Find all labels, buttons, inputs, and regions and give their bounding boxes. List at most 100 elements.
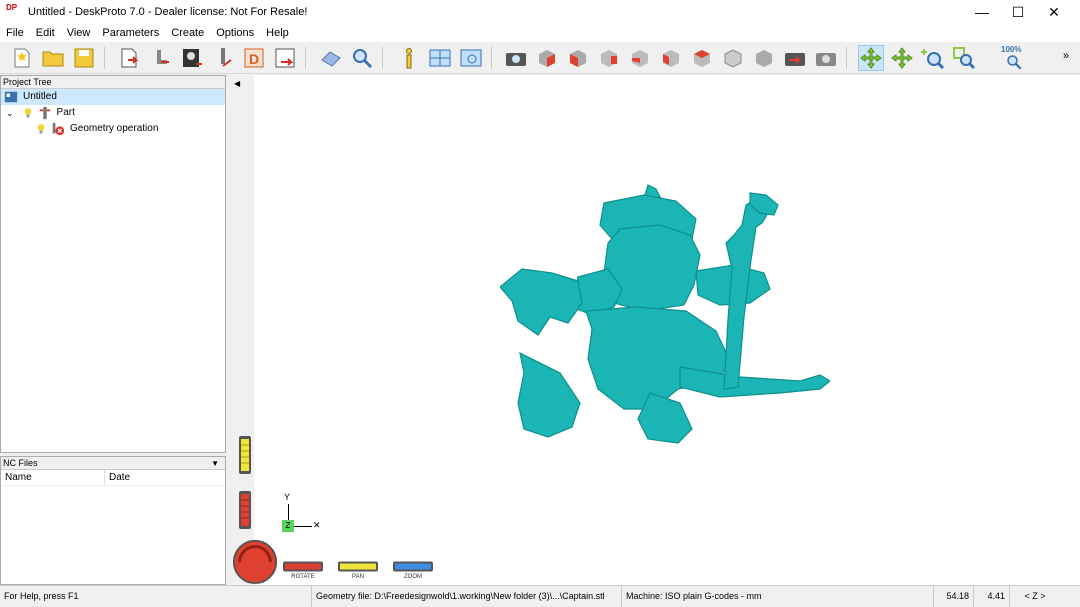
cube-front-icon	[570, 50, 586, 67]
view-plain-button[interactable]	[751, 45, 777, 71]
project-tree-header: Project Tree	[1, 76, 225, 89]
single-view-button[interactable]	[458, 45, 484, 71]
pan-slider-icon[interactable]	[238, 435, 252, 475]
minimize-button[interactable]: —	[964, 0, 1000, 24]
portrait-icon	[183, 49, 202, 67]
load-geometry-button[interactable]	[117, 45, 143, 71]
menu-view[interactable]: View	[61, 24, 97, 42]
view-layout-button[interactable]	[427, 45, 453, 71]
project-tree-panel: Project Tree Untitled ⌄ Part Geometry op…	[0, 75, 226, 453]
chevron-down-icon[interactable]: ⌄	[6, 105, 14, 121]
cube-red-icon	[539, 50, 555, 67]
snapshot-button[interactable]	[503, 45, 529, 71]
eraser-button[interactable]	[318, 45, 344, 71]
save-project-button[interactable]	[71, 45, 97, 71]
rotate-icon	[860, 47, 882, 69]
rotate-label: ROTATE	[291, 574, 315, 580]
status-axis-indicator[interactable]: < Z >	[1010, 586, 1060, 607]
part-button[interactable]	[148, 45, 174, 71]
menu-bar: File Edit View Parameters Create Options…	[0, 24, 1080, 42]
pan-wheel-icon[interactable]	[338, 561, 378, 572]
next-view-button[interactable]	[813, 45, 839, 71]
view-back-button[interactable]	[627, 45, 653, 71]
export-button[interactable]	[272, 45, 298, 71]
rotate-slider-icon[interactable]	[238, 490, 252, 530]
view-top-button[interactable]	[689, 45, 715, 71]
3d-viewport[interactable]: ◀ ROTATE PAN ZOOM Y Z ✕	[230, 75, 1080, 585]
view-left-button[interactable]	[658, 45, 684, 71]
dxf-button[interactable]: D	[241, 45, 267, 71]
view-bottom-button[interactable]	[720, 45, 746, 71]
tree-item-label: Geometry operation	[70, 123, 159, 134]
status-machine: Machine: ISO plain G-codes - mm	[622, 586, 934, 607]
dropdown-arrow-icon[interactable]: ▼	[211, 457, 219, 470]
axis-x-label: ✕	[313, 520, 321, 530]
folder-icon	[42, 51, 64, 67]
tree-item-label: Untitled	[23, 91, 57, 102]
column-header-date[interactable]: Date	[105, 470, 130, 485]
toolbar: D 100% »	[0, 42, 1080, 74]
camera-icon	[506, 53, 526, 66]
menu-file[interactable]: File	[0, 24, 30, 42]
rotate-wheel-icon[interactable]	[283, 561, 323, 572]
menu-parameters[interactable]: Parameters	[96, 24, 165, 42]
svg-text:D: D	[249, 51, 259, 67]
open-project-button[interactable]	[40, 45, 66, 71]
tree-item-geometry-operation[interactable]: Geometry operation	[1, 121, 225, 137]
camera-back-icon	[785, 53, 805, 66]
rotate-mode-button[interactable]	[858, 45, 884, 71]
info-button[interactable]	[396, 45, 422, 71]
lightbulb-icon[interactable]	[22, 107, 34, 119]
previous-view-button[interactable]	[782, 45, 808, 71]
application-window: DP Untitled - DeskProto 7.0 - Dealer lic…	[0, 0, 1080, 607]
menu-options[interactable]: Options	[210, 24, 260, 42]
view-right-button[interactable]	[596, 45, 622, 71]
zoom-window-button[interactable]	[951, 45, 977, 71]
window-title: Untitled - DeskProto 7.0 - Dealer licens…	[28, 6, 308, 18]
3d-model-captain[interactable]	[500, 183, 830, 453]
tool-button[interactable]	[210, 45, 236, 71]
zoom-fit-button[interactable]: 100%	[998, 45, 1028, 71]
magnifier-icon	[353, 49, 373, 69]
toolbar-overflow-chevron-icon[interactable]: »	[1063, 50, 1069, 62]
new-file-icon	[14, 48, 30, 68]
new-project-button[interactable]	[9, 45, 35, 71]
eraser-icon	[321, 51, 341, 67]
view-front-button[interactable]	[565, 45, 591, 71]
column-header-name[interactable]: Name	[1, 470, 105, 485]
close-button[interactable]: ✕	[1036, 0, 1072, 24]
menu-create[interactable]: Create	[165, 24, 210, 42]
bitmap-button[interactable]	[179, 45, 205, 71]
collapse-arrow-icon[interactable]: ◀	[234, 79, 240, 88]
nc-files-title: NC Files	[3, 458, 38, 468]
part-icon	[157, 50, 169, 64]
axis-y-label: Y	[284, 492, 291, 502]
zoom-wheel-icon[interactable]	[393, 561, 433, 572]
tree-item-part[interactable]: ⌄ Part	[1, 105, 225, 121]
cube-top-icon	[694, 50, 710, 67]
inspect-button[interactable]	[349, 45, 375, 71]
axis-z-label: Z	[282, 520, 294, 532]
maximize-button[interactable]: ☐	[1000, 0, 1036, 24]
grid-view-icon	[429, 49, 451, 67]
menu-edit[interactable]: Edit	[30, 24, 61, 42]
view-iso-button[interactable]	[534, 45, 560, 71]
tool-icon	[221, 48, 232, 67]
nc-files-columns: Name Date	[1, 470, 225, 486]
camera-forward-icon	[816, 53, 836, 66]
zoom-mode-button[interactable]	[920, 45, 946, 71]
export-icon	[275, 48, 295, 68]
status-coord-x: 54.18	[934, 586, 974, 607]
pan-mode-button[interactable]	[889, 45, 915, 71]
rotate-dial-icon[interactable]	[232, 537, 280, 585]
lightbulb-icon[interactable]	[35, 123, 47, 135]
d-letter-icon: D	[244, 48, 264, 68]
part-icon	[39, 106, 50, 120]
zoom-window-icon	[953, 47, 976, 70]
menu-help[interactable]: Help	[260, 24, 295, 42]
zoom-label: ZOOM	[404, 574, 422, 580]
window-view-icon	[460, 49, 482, 67]
pan-label: PAN	[352, 574, 364, 580]
tree-item-untitled[interactable]: Untitled	[1, 89, 225, 105]
status-bar: For Help, press F1 Geometry file: D:\Fre…	[0, 585, 1080, 607]
